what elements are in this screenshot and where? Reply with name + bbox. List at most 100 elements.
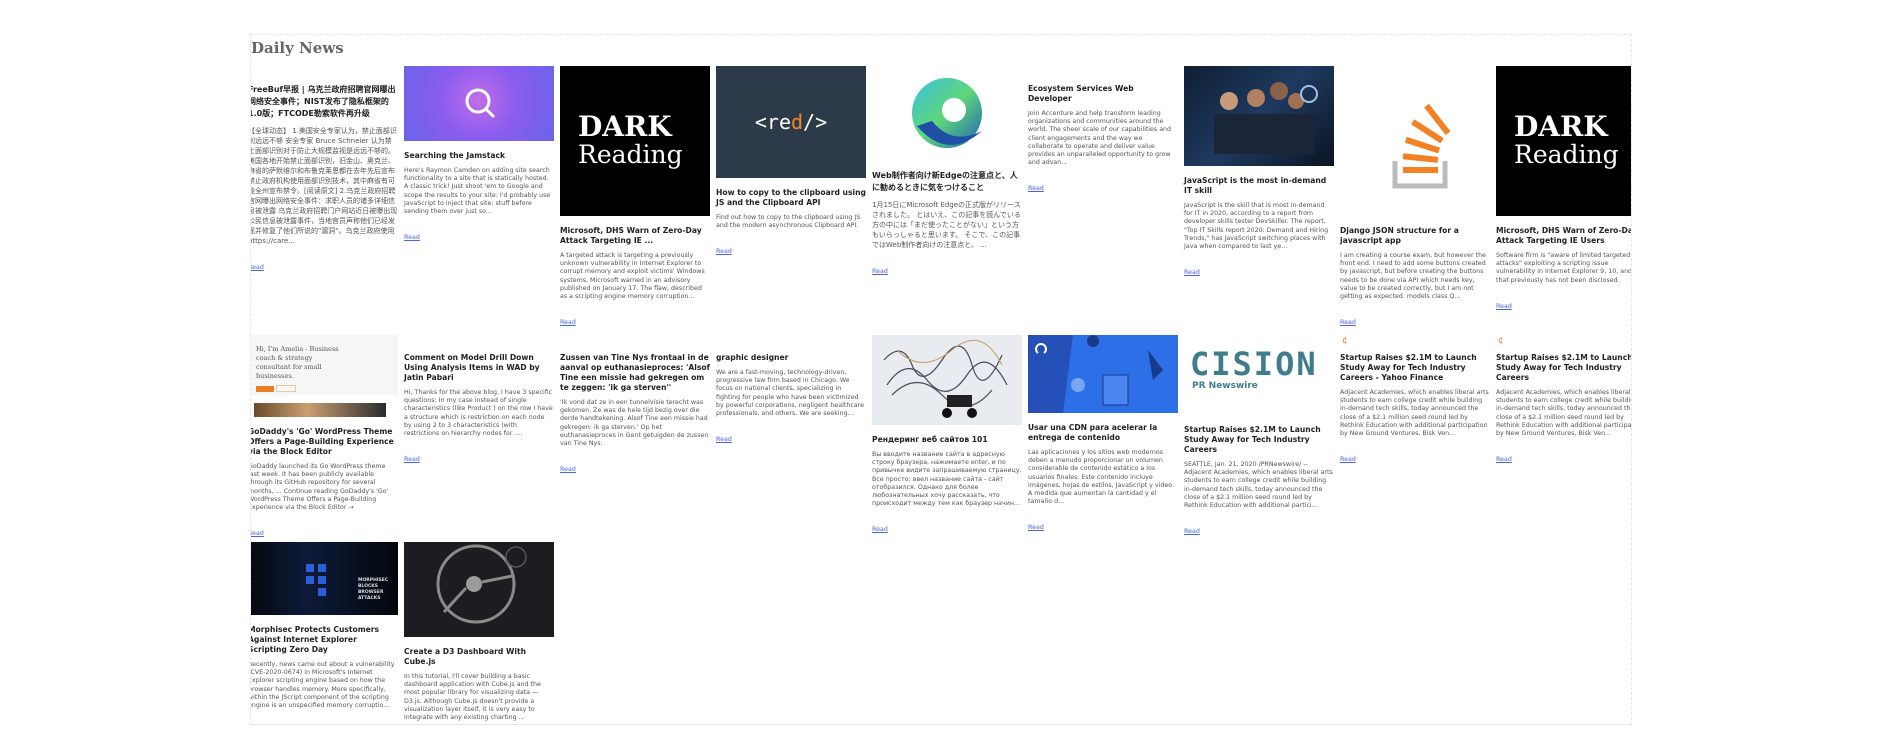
- news-card: Django JSON structure for a javascript a…: [1340, 66, 1490, 328]
- news-excerpt: 1月15日にMicrosoft Edgeの正式版がリリースされました。 とはいえ…: [872, 201, 1021, 249]
- article-image[interactable]: [1028, 335, 1178, 413]
- news-excerpt: Join Accenture and help transform leadin…: [1028, 110, 1172, 167]
- read-link[interactable]: Read: [716, 436, 732, 443]
- broken-image-icon: ¢: [1342, 336, 1348, 346]
- read-link[interactable]: Read: [872, 268, 888, 275]
- read-link[interactable]: Read: [1496, 303, 1512, 310]
- news-card: Ecosystem Services Web Developer Join Acc…: [1028, 66, 1178, 194]
- news-title[interactable]: FreeBuf早报 | 乌克兰政府招聘官网曝出网络安全事件；NIST发布了隐私框…: [251, 84, 398, 120]
- news-title[interactable]: Zussen van Tine Nys frontaal in de aanva…: [560, 353, 710, 393]
- article-image[interactable]: [872, 335, 1022, 425]
- news-excerpt: We are a fast-moving, technology-driven,…: [716, 369, 864, 418]
- news-card: ¢ Startup Raises $2.1M to Launch Study Aw…: [1496, 335, 1632, 465]
- read-link[interactable]: Read: [872, 526, 888, 533]
- news-excerpt: Вы вводите название сайта в адресную стр…: [872, 451, 1022, 508]
- article-image[interactable]: [404, 542, 554, 637]
- read-link[interactable]: Read: [1028, 185, 1044, 192]
- news-row: FreeBuf早报 | 乌克兰政府招聘官网曝出网络安全事件；NIST发布了隐私框…: [250, 66, 1632, 328]
- read-link[interactable]: Read: [404, 456, 420, 463]
- news-excerpt: Adjacent Academies, which enables libera…: [1496, 389, 1632, 438]
- news-excerpt: Here's Raymon Camden on adding site sear…: [404, 167, 551, 216]
- news-card: MORPHISEC BLOCKS BROWSER ATTACKS Morphise…: [250, 542, 398, 724]
- edge-logo[interactable]: [872, 66, 1022, 160]
- news-card: ¢ Startup Raises $2.1M to Launch Study Aw…: [1340, 335, 1490, 465]
- article-image[interactable]: Hi, I'm Amelia - Business coach & strate…: [251, 335, 398, 417]
- news-card: Web制作者向け新Edgeの注意点と、人に勧めるときに気をつけること 1月15日に…: [872, 66, 1022, 277]
- news-title[interactable]: Searching the Jamstack: [404, 151, 554, 161]
- news-title[interactable]: Create a D3 Dashboard With Cube.js: [404, 647, 554, 667]
- read-link[interactable]: Read: [560, 466, 576, 473]
- read-link[interactable]: Read: [1184, 269, 1200, 276]
- news-card: DARK Reading Microsoft, DHS Warn of Zero-D…: [1496, 66, 1632, 312]
- news-card: Create a D3 Dashboard With Cube.js In thi…: [404, 542, 554, 724]
- news-card: JavaScript is the most in-demand IT skil…: [1184, 66, 1334, 278]
- page-title: Daily News: [251, 39, 344, 57]
- news-excerpt: Hi, Thanks for the above blog. I have 3 …: [404, 389, 553, 438]
- news-excerpt: Las aplicaciones y los sitios web modern…: [1028, 449, 1175, 506]
- read-link[interactable]: Read: [1340, 319, 1356, 326]
- news-title[interactable]: Comment on Model Drill Down Using Analys…: [404, 353, 554, 383]
- news-card: Searching the Jamstack Here's Raymon Camd…: [404, 66, 554, 243]
- read-link[interactable]: Read: [1184, 528, 1200, 535]
- news-card: CISION PR Newswire Startup Raises $2.1M to…: [1184, 335, 1334, 537]
- news-title[interactable]: Startup Raises $2.1M to Launch Study Awa…: [1340, 353, 1490, 383]
- news-title[interactable]: graphic designer: [716, 353, 866, 363]
- news-card: <re d/> How to copy to the clipboard using…: [716, 66, 866, 257]
- news-title[interactable]: Microsoft, DHS Warn of Zero-Day Attack T…: [1496, 226, 1631, 246]
- news-title[interactable]: Django JSON structure for a javascript a…: [1340, 226, 1490, 246]
- article-image[interactable]: [404, 66, 554, 141]
- article-image[interactable]: [1184, 66, 1334, 166]
- news-row: Hi, I'm Amelia - Business coach & strate…: [250, 335, 1632, 539]
- read-link[interactable]: Read: [404, 234, 420, 241]
- read-link[interactable]: Read: [560, 319, 576, 326]
- news-excerpt: 'Ik vond dat ze in een tunnelvisie terec…: [560, 399, 709, 448]
- article-image[interactable]: MORPHISEC BLOCKS BROWSER ATTACKS: [251, 542, 398, 615]
- news-title[interactable]: Startup Raises $2.1M to Launch Study Awa…: [1184, 425, 1334, 455]
- news-excerpt: In this tutorial, I'll cover building a …: [404, 673, 541, 722]
- read-link[interactable]: Read: [1496, 456, 1512, 463]
- read-link[interactable]: Read: [251, 264, 264, 271]
- image-caption: MORPHISEC BLOCKS BROWSER ATTACKS: [358, 578, 389, 601]
- news-title[interactable]: Ecosystem Services Web Developer: [1028, 84, 1178, 104]
- news-title[interactable]: GoDaddy's 'Go' WordPress Theme Offers a …: [251, 427, 398, 457]
- news-card: DARK Reading Microsoft, DHS Warn of Zero-D…: [560, 66, 710, 328]
- article-image[interactable]: <re d/>: [716, 66, 866, 178]
- news-card: Comment on Model Drill Down Using Analys…: [404, 335, 554, 465]
- search-icon: [465, 88, 496, 119]
- dark-reading-logo[interactable]: DARK Reading: [1496, 66, 1631, 216]
- news-excerpt: SEATTLE, Jan. 21, 2020 /PRNewswire/ -- A…: [1184, 461, 1333, 510]
- news-excerpt: GoDaddy launched its Go WordPress theme …: [250, 463, 389, 512]
- read-link[interactable]: Read: [251, 530, 264, 537]
- news-card: Zussen van Tine Nys frontaal in de aanva…: [560, 335, 710, 475]
- broken-image-icon: ¢: [1498, 336, 1504, 346]
- read-link[interactable]: Read: [1028, 524, 1044, 531]
- news-title[interactable]: JavaScript is the most in-demand IT skil…: [1184, 176, 1334, 196]
- news-card: Hi, I'm Amelia - Business coach & strate…: [250, 335, 398, 539]
- read-link[interactable]: Read: [1340, 456, 1356, 463]
- news-title[interactable]: How to copy to the clipboard using JS an…: [716, 188, 866, 208]
- news-excerpt: JavaScript is the skill that is most in-…: [1184, 202, 1329, 251]
- news-row: MORPHISEC BLOCKS BROWSER ATTACKS Morphise…: [250, 542, 554, 724]
- image-caption: Hi, I'm Amelia - Business coach & strate…: [256, 345, 339, 380]
- news-title[interactable]: Morphisec Protects Customers Against Int…: [251, 625, 398, 655]
- news-excerpt: Adjacent Academies, which enables libera…: [1340, 389, 1489, 438]
- news-card: Usar una CDN para acelerar la entrega de…: [1028, 335, 1178, 533]
- news-title[interactable]: Web制作者向け新Edgeの注意点と、人に勧めるときに気をつけること: [872, 170, 1022, 194]
- news-excerpt: 【全球动态】 1.美国安全专家认为，禁止面部识别远远不够 安全专家 Bruce …: [250, 127, 398, 245]
- news-excerpt: Software firm is "aware of limited targe…: [1496, 252, 1632, 284]
- news-title[interactable]: Рендеринг веб сайтов 101: [872, 435, 1022, 445]
- cision-logo[interactable]: CISION PR Newswire: [1184, 335, 1334, 415]
- news-card: graphic designer We are a fast-moving, te…: [716, 335, 866, 445]
- cision-wordmark: CISION: [1190, 345, 1318, 383]
- news-excerpt: Recently, news came out about a vulnerab…: [250, 661, 395, 710]
- daily-news-widget: Daily News FreeBuf早报 | 乌克兰政府招聘官网曝出网络安全事件…: [250, 34, 1632, 725]
- read-link[interactable]: Read: [716, 248, 732, 255]
- dark-reading-logo[interactable]: DARK Reading: [560, 66, 710, 216]
- news-title[interactable]: Startup Raises $2.1M to Launch Study Awa…: [1496, 353, 1631, 383]
- news-excerpt: I am creating a course exam, but however…: [1340, 252, 1486, 301]
- news-card: Рендеринг веб сайтов 101 Вы вводите назва…: [872, 335, 1022, 535]
- news-title[interactable]: Usar una CDN para acelerar la entrega de…: [1028, 423, 1178, 443]
- stackoverflow-logo[interactable]: [1340, 66, 1490, 216]
- news-title[interactable]: Microsoft, DHS Warn of Zero-Day Attack T…: [560, 226, 710, 246]
- news-card: FreeBuf早报 | 乌克兰政府招聘官网曝出网络安全事件；NIST发布了隐私框…: [250, 66, 398, 273]
